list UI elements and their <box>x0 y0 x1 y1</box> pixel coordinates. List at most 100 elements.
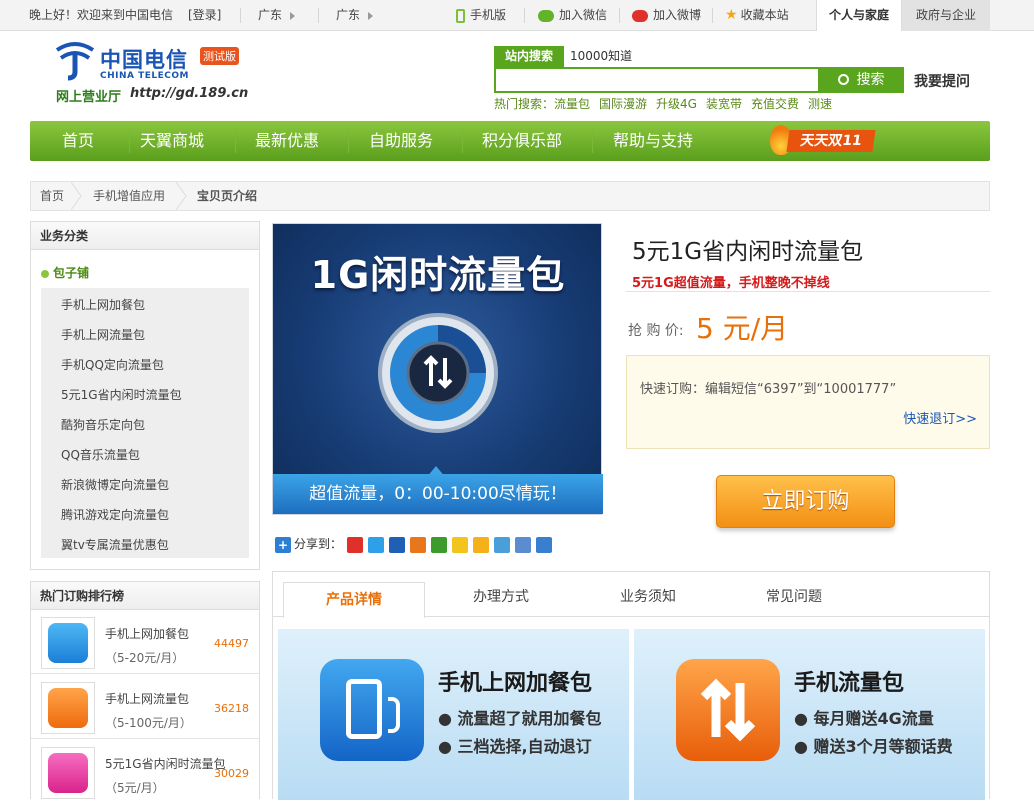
sidebar-item[interactable]: 手机上网加餐包 <box>61 296 145 313</box>
sidebar-item[interactable]: 翼tv专属流量优惠包 <box>61 536 169 553</box>
tab-notice[interactable]: 业务须知 <box>620 586 676 606</box>
hot-rank-title: 热门订购排行榜 <box>31 582 259 610</box>
login-link[interactable]: [登录] <box>188 0 221 31</box>
weibo-share-icon[interactable] <box>347 536 364 553</box>
sidebar-item[interactable]: 酷狗音乐定向包 <box>61 416 145 433</box>
quick-order-text: 快速订购：编辑短信“6397”到“10001777” <box>640 382 897 397</box>
nav-item-home[interactable]: 首页 <box>62 121 94 161</box>
breadcrumb-current: 宝贝页介绍 <box>197 189 258 203</box>
order-count: 36218 <box>214 702 249 715</box>
tab-how-to-apply[interactable]: 办理方式 <box>473 586 529 606</box>
double-11-promo[interactable]: 天天双11 <box>770 125 876 155</box>
hot-rank-item[interactable]: 手机上网加餐包 （5-20元/月） 44497 <box>31 611 259 674</box>
nav-item-offers[interactable]: 最新优惠 <box>255 121 319 161</box>
renren-share-icon[interactable] <box>389 536 406 553</box>
greeting-text: 晚上好！欢迎来到中国电信 <box>29 8 174 22</box>
email-share-icon[interactable] <box>515 536 532 553</box>
sidebar-item[interactable]: 5元1G省内闲时流量包 <box>61 386 182 403</box>
star-icon: ★ <box>725 7 738 23</box>
region-select-2[interactable]: 广东 <box>336 0 374 31</box>
tab-faq[interactable]: 常见问题 <box>766 586 822 606</box>
nav-item-mall[interactable]: 天翼商城 <box>140 121 204 161</box>
quick-cancel-link[interactable]: 快速退订>> <box>903 408 977 427</box>
tencent-weibo-share-icon[interactable] <box>452 536 469 553</box>
hot-term[interactable]: 测速 <box>808 97 832 111</box>
hot-term[interactable]: 装宽带 <box>706 97 742 111</box>
wechat-link[interactable]: 加入微信 <box>538 0 607 31</box>
chevron-right-icon <box>368 11 374 20</box>
hot-term[interactable]: 国际漫游 <box>599 97 647 111</box>
hot-term[interactable]: 升级4G <box>656 97 697 111</box>
logo-subtitle: 网上营业厅 <box>56 90 122 105</box>
sidebar-item[interactable]: 手机QQ定向流量包 <box>61 356 164 373</box>
hot-rank-item[interactable]: 手机上网流量包 （5-100元/月） 36218 <box>31 676 259 739</box>
logo-url: http://gd.189.cn <box>130 86 249 101</box>
tab-10000-know[interactable]: 10000知道 <box>570 46 632 67</box>
nav-item-self-service[interactable]: 自助服务 <box>369 121 433 161</box>
region-select-1[interactable]: 广东 <box>258 0 296 31</box>
hot-term[interactable]: 流量包 <box>554 97 590 111</box>
mobile-version-link[interactable]: 手机版 <box>456 0 506 31</box>
hot-term[interactable]: 充值交费 <box>751 97 799 111</box>
qq-share-icon[interactable] <box>473 536 490 553</box>
search-button[interactable]: 搜索 <box>818 67 904 93</box>
breadcrumb: 首页 手机增值应用 宝贝页介绍 <box>30 181 990 211</box>
sidebar-item[interactable]: 腾讯游戏定向流量包 <box>61 506 169 523</box>
data-flow-icon <box>676 659 780 761</box>
main-nav: 首页 天翼商城 最新优惠 自助服务 积分俱乐部 帮助与支持 天天双11 <box>30 121 990 161</box>
hot-rank-panel: 热门订购排行榜 手机上网加餐包 （5-20元/月） 44497 手机上网流量包 … <box>30 581 260 799</box>
weibo-icon <box>632 9 648 22</box>
tieba-share-icon[interactable] <box>536 536 553 553</box>
search-icon <box>837 74 849 85</box>
hot-search-row: 热门搜索：流量包 国际漫游 升级4G 装宽带 充值交费 测速 <box>494 95 841 112</box>
banner-data-package[interactable]: 手机流量包 ● 每月赠送4G流量 ● 赠送3个月等额话费 <box>634 629 985 800</box>
banner-addon-package[interactable]: 手机上网加餐包 ● 流量超了就用加餐包 ● 三档选择,自动退订 <box>278 629 629 800</box>
nav-item-points-club[interactable]: 积分俱乐部 <box>482 121 562 161</box>
ask-question-link[interactable]: 我要提问 <box>914 71 970 91</box>
wechat-icon <box>538 9 554 22</box>
share-bar: + 分享到： <box>275 535 553 553</box>
chevron-right-icon <box>290 11 296 20</box>
breadcrumb-home[interactable]: 首页 <box>40 182 64 210</box>
plus-icon[interactable]: + <box>275 536 291 553</box>
douban-share-icon[interactable] <box>431 536 448 553</box>
timer-icon <box>48 753 88 793</box>
buy-now-button[interactable]: 立即订购 <box>716 475 895 528</box>
search-box: 搜索 <box>494 67 904 93</box>
phone-plus-icon <box>48 623 88 663</box>
favorite-link[interactable]: ★ 收藏本站 <box>725 0 789 31</box>
product-tabs: 产品详情 办理方式 业务须知 常见问题 手机上网加餐包 ● 流量超了就用加餐包 … <box>272 571 990 800</box>
tab-product-details[interactable]: 产品详情 <box>283 582 425 618</box>
sidebar-item[interactable]: QQ音乐流量包 <box>61 446 140 463</box>
tab-personal-family[interactable]: 个人与家庭 <box>816 0 902 31</box>
order-count: 30029 <box>214 767 249 780</box>
quick-order-box: 快速订购：编辑短信“6397”到“10001777” 快速退订>> <box>626 355 990 449</box>
phone-fuel-icon <box>320 659 424 761</box>
sidebar-category[interactable]: 包子铺 <box>41 264 89 281</box>
sidebar-item[interactable]: 手机上网流量包 <box>61 326 145 343</box>
kaixin-share-icon[interactable] <box>410 536 427 553</box>
breadcrumb-category[interactable]: 手机增值应用 <box>93 182 165 210</box>
tab-government-enterprise[interactable]: 政府与企业 <box>902 0 990 31</box>
logo-chinese-name: 中国电信 <box>100 48 188 72</box>
qzone-share-icon[interactable] <box>368 536 385 553</box>
top-bar: 晚上好！欢迎来到中国电信 [登录] 广东 广东 手机版 加入微信 加入微博 ★ 收… <box>0 0 1034 31</box>
order-count: 44497 <box>214 637 249 650</box>
site-logo[interactable]: 中国电信 CHINA TELECOM 测试版 网上营业厅 http://gd.1… <box>50 38 250 108</box>
search-input[interactable] <box>496 69 816 91</box>
data-flow-icon <box>48 688 88 728</box>
hot-rank-item[interactable]: 5元1G省内闲时流量包 （5元/月） 30029 <box>31 741 259 804</box>
nav-item-help[interactable]: 帮助与支持 <box>613 121 693 161</box>
weibo-link[interactable]: 加入微博 <box>632 0 701 31</box>
category-sidebar: 业务分类 包子铺 手机上网加餐包 手机上网流量包 手机QQ定向流量包 5元1G省… <box>30 221 260 570</box>
sidebar-title: 业务分类 <box>31 222 259 250</box>
product-name: 5元1G省内闲时流量包 <box>632 239 864 265</box>
hot-search-label: 热门搜索： <box>494 97 555 111</box>
tab-site-search[interactable]: 站内搜索 <box>494 46 564 67</box>
bookmark-share-icon[interactable] <box>494 536 511 553</box>
sidebar-item[interactable]: 新浪微博定向流量包 <box>61 476 169 493</box>
beta-badge: 测试版 <box>200 47 239 65</box>
logo-english-name: CHINA TELECOM <box>100 71 189 81</box>
phone-icon <box>456 8 465 23</box>
stopwatch-icon <box>378 313 498 433</box>
